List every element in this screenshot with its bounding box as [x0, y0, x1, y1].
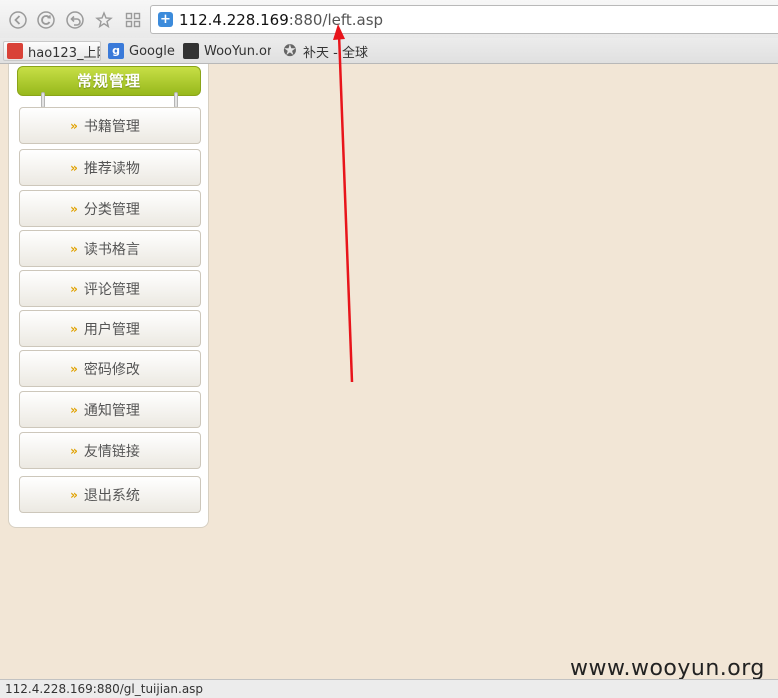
menu-item-label: 推荐读物	[83, 160, 140, 177]
menu-item-links[interactable]: » 友情链接	[19, 432, 201, 469]
bookmark-hao123[interactable]: hao123_上网	[3, 41, 101, 61]
favorite-star-icon[interactable]	[93, 9, 115, 31]
menu-item-books[interactable]: » 书籍管理	[19, 107, 201, 144]
menu-item-logout[interactable]: » 退出系统	[19, 476, 201, 513]
chevron-right-icon: »	[70, 201, 78, 216]
menu-item-label: 读书格言	[83, 241, 140, 258]
menu-item-label: 书籍管理	[83, 118, 140, 135]
wooyun-icon	[183, 43, 199, 59]
hanger-left	[41, 92, 45, 108]
chevron-right-icon: »	[70, 241, 78, 256]
menu-item-label: 退出系统	[83, 487, 140, 504]
menu-item-label: 用户管理	[83, 321, 140, 338]
address-url[interactable]: 112.4.228.169:880/left.asp	[179, 11, 383, 29]
menu-item-label: 密码修改	[83, 361, 140, 378]
chevron-right-icon: »	[70, 402, 78, 417]
menu-item-label: 友情链接	[83, 443, 140, 460]
watermark: www.wooyun.org	[570, 656, 765, 681]
chevron-right-icon: »	[70, 443, 78, 458]
bookmark-butian[interactable]: ✪ 补天 - 全球	[282, 41, 374, 61]
chevron-right-icon: »	[70, 487, 78, 502]
chevron-right-icon: »	[70, 361, 78, 376]
status-bar: 112.4.228.169:880/gl_tuijian.asp	[0, 679, 778, 698]
google-icon: g	[108, 43, 124, 59]
refresh-icon[interactable]	[35, 9, 57, 31]
address-path: :880/left.asp	[288, 11, 384, 29]
menu-item-quotes[interactable]: » 读书格言	[19, 230, 201, 267]
address-host: 112.4.228.169	[179, 11, 289, 29]
back-icon[interactable]	[7, 9, 29, 31]
bookmark-label: hao123_上网	[28, 45, 100, 61]
panel-title: 常规管理	[17, 66, 201, 96]
status-url: 112.4.228.169:880/gl_tuijian.asp	[5, 682, 204, 696]
bookmark-label: WooYun.org	[204, 43, 271, 59]
bookmark-google[interactable]: g Google	[108, 41, 178, 61]
menu-item-categories[interactable]: » 分类管理	[19, 190, 201, 227]
chevron-right-icon: »	[70, 321, 78, 336]
browser-toolbar: + 112.4.228.169:880/left.asp	[0, 0, 778, 38]
shield-icon: +	[158, 12, 173, 27]
menu-item-label: 分类管理	[83, 201, 140, 218]
apps-grid-icon[interactable]	[122, 9, 144, 31]
chevron-right-icon: »	[70, 118, 78, 133]
hanger-right	[174, 92, 178, 108]
hao123-icon	[7, 43, 23, 59]
menu-item-label: 通知管理	[83, 402, 140, 419]
menu-item-password[interactable]: » 密码修改	[19, 350, 201, 387]
bookmark-label: 补天 - 全球	[303, 45, 368, 61]
menu-item-recommended[interactable]: » 推荐读物	[19, 149, 201, 186]
bookmark-label: Google	[129, 43, 175, 59]
star-icon: ✪	[283, 41, 297, 60]
undo-icon[interactable]	[64, 9, 86, 31]
bookmark-wooyun[interactable]: WooYun.org	[183, 41, 271, 61]
bookmarks-bar: hao123_上网 g Google WooYun.org ✪ 补天 - 全球	[0, 38, 778, 64]
menu-item-users[interactable]: » 用户管理	[19, 310, 201, 347]
menu-item-comments[interactable]: » 评论管理	[19, 270, 201, 307]
menu-item-notices[interactable]: » 通知管理	[19, 391, 201, 428]
menu-item-label: 评论管理	[83, 281, 140, 298]
chevron-right-icon: »	[70, 160, 78, 175]
address-bar[interactable]: + 112.4.228.169:880/left.asp	[150, 5, 778, 34]
chevron-right-icon: »	[70, 281, 78, 296]
left-menu-panel: 常规管理 » 书籍管理 » 推荐读物 » 分类管理 » 读书格言 » 评论管理 …	[8, 64, 209, 528]
